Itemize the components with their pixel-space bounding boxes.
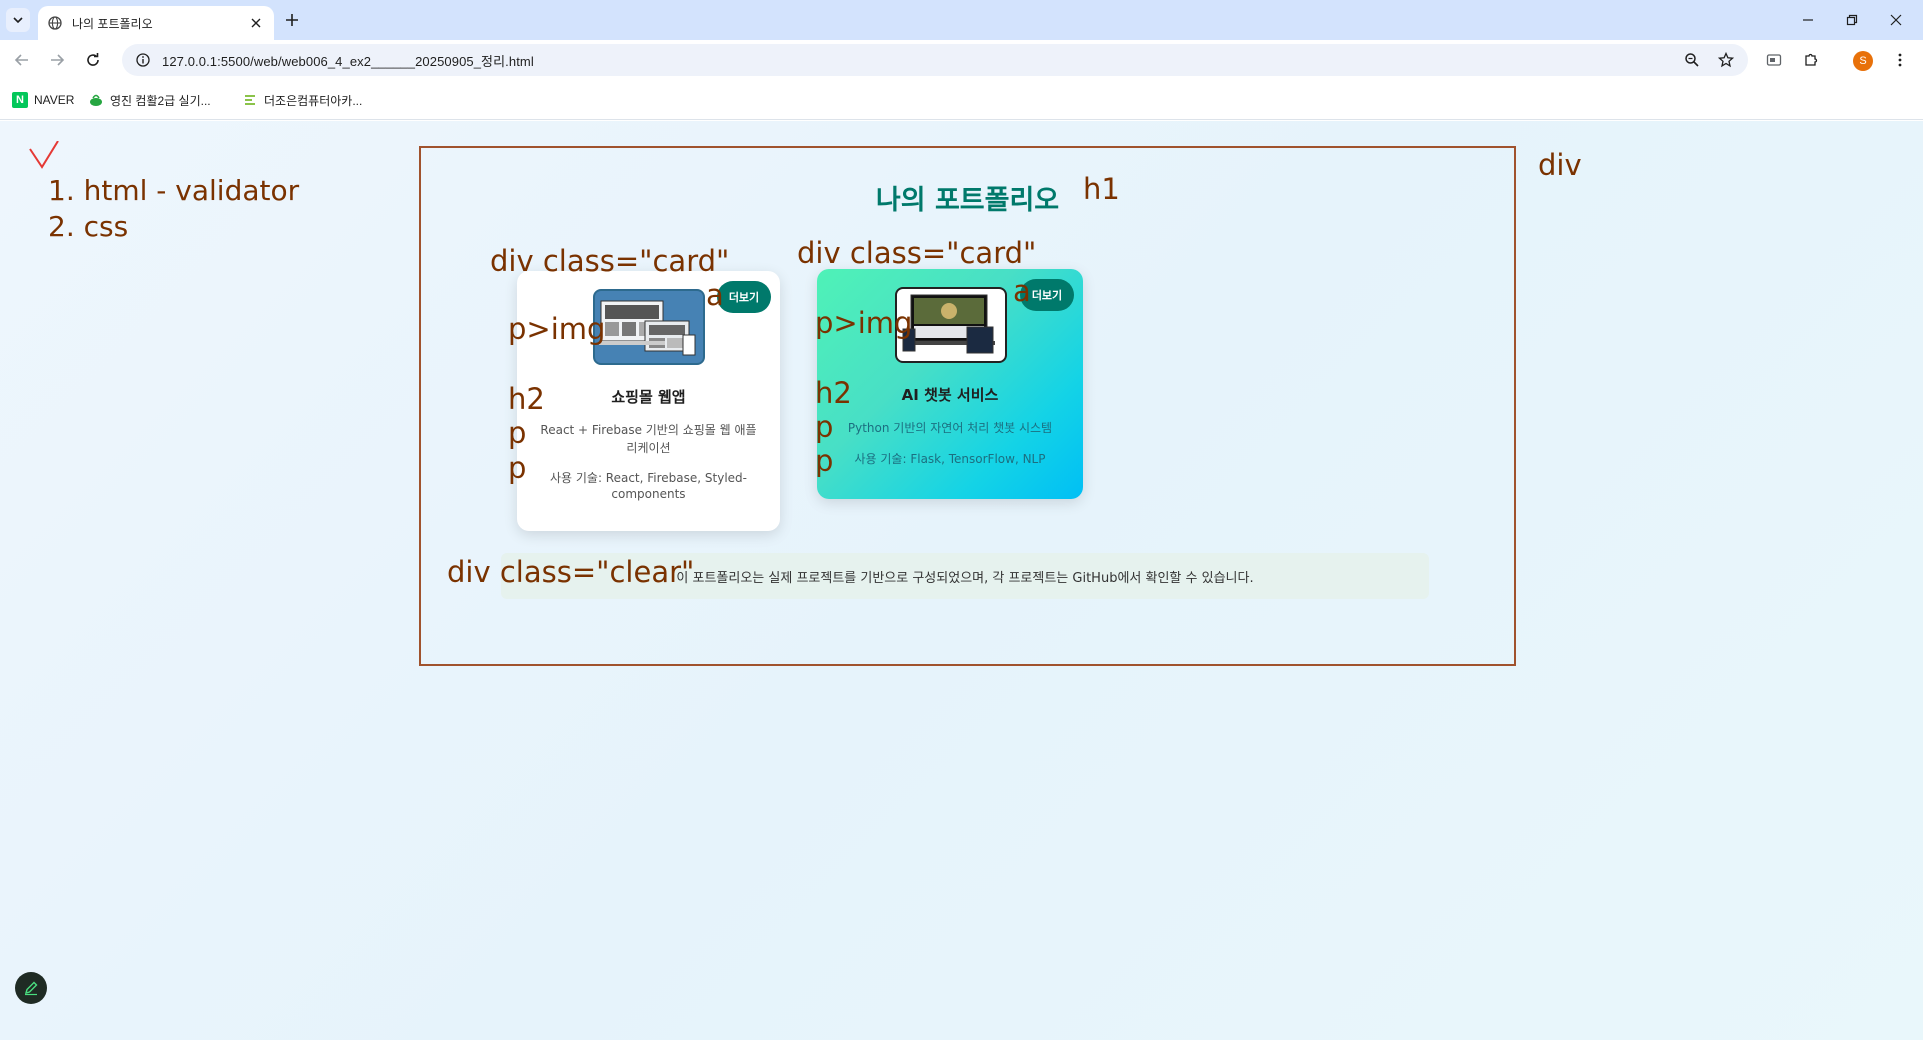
address-bar[interactable]: 127.0.0.1:5500/web/web006_4_ex2______202… xyxy=(122,44,1748,76)
zoom-icon[interactable] xyxy=(1682,50,1702,70)
project-description: React + Firebase 기반의 쇼핑몰 웹 애플리케이션 xyxy=(540,423,757,455)
reload-icon xyxy=(87,53,99,66)
arrow-left-icon xyxy=(14,54,28,66)
tab-strip: 나의 포트폴리오 xyxy=(0,0,1923,40)
annotation-label: h1 xyxy=(1083,172,1120,206)
bookmark-yeongjin[interactable]: 영진 컴활2급 실기... xyxy=(88,90,211,110)
bookmark-star-icon[interactable] xyxy=(1716,50,1736,70)
annotation-list-item: 1. html - validator xyxy=(48,174,300,207)
annotation-label: h2 xyxy=(815,376,852,410)
annotation-label: p xyxy=(508,451,527,485)
annotation-label: p xyxy=(508,416,527,450)
naver-icon: N xyxy=(12,92,28,108)
bookmark-label: NAVER xyxy=(34,93,75,107)
edit-button[interactable] xyxy=(15,972,47,1004)
project-thumbnail xyxy=(593,289,705,365)
project-title: 쇼핑몰 웹앱 xyxy=(611,388,686,406)
close-window-button[interactable] xyxy=(1874,6,1918,34)
project-tech: 사용 기술: Flask, TensorFlow, NLP xyxy=(854,452,1046,466)
restore-button[interactable] xyxy=(1830,6,1874,34)
annotation-label: a xyxy=(706,278,724,312)
extensions-icon[interactable] xyxy=(1799,48,1823,72)
annotation-label: p>img xyxy=(508,312,606,346)
more-button[interactable]: 더보기 xyxy=(717,281,771,313)
clear-note-text: 이 포트폴리오는 실제 프로젝트를 기반으로 구성되었으며, 각 프로젝트는 G… xyxy=(676,570,1254,586)
annotation-label: a xyxy=(1013,274,1031,308)
annotation-list-item: 2. css xyxy=(48,210,129,243)
annotation-label: p xyxy=(815,444,834,478)
project-card: 더보기 AI 챗봇 서비스 Python 기반의 자연어 처리 챗봇 시스템 사… xyxy=(817,269,1083,499)
bookmarks-bar: N NAVER 영진 컴활2급 실기... 더조은컴퓨터아카... xyxy=(0,80,1923,120)
page-title: 나의 포트폴리오 xyxy=(875,185,1060,216)
bookmark-label: 영진 컴활2급 실기... xyxy=(110,93,211,108)
project-tech: 사용 기술: React, Firebase, Styled-component… xyxy=(549,471,748,501)
site-info-icon[interactable] xyxy=(136,53,150,67)
browser-toolbar: 127.0.0.1:5500/web/web006_4_ex2______202… xyxy=(0,40,1923,80)
arrow-right-icon xyxy=(51,54,65,66)
annotation-label: h2 xyxy=(508,382,545,416)
tab-close-button[interactable] xyxy=(248,15,264,31)
checkmark-icon xyxy=(29,141,59,169)
close-icon xyxy=(1890,14,1902,26)
project-title: AI 챗봇 서비스 xyxy=(901,386,999,404)
minimize-icon xyxy=(1803,19,1813,21)
browser-tab[interactable]: 나의 포트폴리오 xyxy=(38,6,274,40)
more-menu-icon[interactable] xyxy=(1888,48,1912,72)
annotation-label: div class="clear" xyxy=(447,555,695,589)
new-tab-button[interactable] xyxy=(282,10,302,30)
pencil-icon xyxy=(24,981,38,996)
project-description: Python 기반의 자연어 처리 챗봇 시스템 xyxy=(847,421,1053,435)
cup-icon xyxy=(90,94,102,106)
tab-search-button[interactable] xyxy=(6,8,30,32)
plus-icon xyxy=(286,14,298,26)
forward-button[interactable] xyxy=(45,48,69,72)
chevron-down-icon xyxy=(13,17,23,24)
minimize-button[interactable] xyxy=(1786,6,1830,34)
back-button[interactable] xyxy=(10,48,34,72)
page-viewport: 나의 포트폴리오 더보기 쇼핑몰 웹앱 React + Firebase 기반의… xyxy=(0,121,1923,1040)
annotation-label: p xyxy=(815,410,834,444)
project-card: 더보기 쇼핑몰 웹앱 React + Firebase 기반의 쇼핑몰 웹 애플… xyxy=(517,271,780,531)
annotation-label: p>img xyxy=(815,306,913,340)
bookmark-label: 더조은컴퓨터아카... xyxy=(264,93,363,108)
globe-icon xyxy=(48,16,62,30)
url-text: 127.0.0.1:5500/web/web006_4_ex2______202… xyxy=(162,53,534,69)
bookmark-naver[interactable]: N NAVER xyxy=(12,90,74,110)
cast-icon[interactable] xyxy=(1762,48,1786,72)
profile-avatar[interactable]: S xyxy=(1853,51,1873,71)
annotation-label: div xyxy=(1538,148,1582,182)
bookmark-academy[interactable]: 더조은컴퓨터아카... xyxy=(242,90,362,110)
restore-icon xyxy=(1846,14,1858,26)
annotation-label: div class="card" xyxy=(490,244,730,278)
close-icon xyxy=(251,18,261,28)
tab-title: 나의 포트폴리오 xyxy=(72,16,153,31)
academy-icon xyxy=(245,95,255,105)
annotation-label: div class="card" xyxy=(797,236,1037,270)
reload-button[interactable] xyxy=(81,48,105,72)
